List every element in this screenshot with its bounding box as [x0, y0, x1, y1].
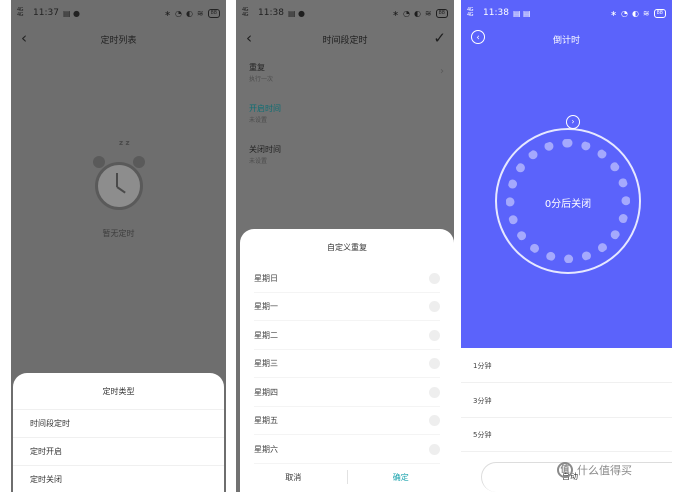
nav-bar: ‹ 倒计时	[461, 26, 672, 52]
day-label: 星期日	[254, 273, 278, 283]
bluetooth-icon: ∗	[610, 8, 617, 18]
day-row-wednesday[interactable]: 星期三	[254, 349, 440, 378]
setting-value: 执行一次	[249, 76, 274, 83]
bell-right	[133, 156, 145, 168]
bluetooth-icon: ∗	[392, 8, 399, 18]
day-checkbox[interactable]	[429, 357, 440, 369]
option-timer-off[interactable]: 定时关闭	[13, 465, 224, 492]
day-checkbox[interactable]	[429, 300, 440, 312]
day-row-friday[interactable]: 星期五	[254, 406, 440, 435]
status-time: 11:38	[483, 8, 509, 18]
sleep-zzz: z z	[119, 139, 130, 147]
setting-label: 关闭时间	[249, 145, 281, 154]
vibrate-icon: ◐	[631, 8, 639, 18]
remaining-time-text: 0分后关闭	[544, 199, 592, 210]
wifi-icon: ≋	[424, 8, 432, 18]
watermark-text: 什么值得买	[577, 464, 632, 477]
phone-period-timer: 4G 4G 11:38 ▤ ● ∗ ◔ ◐ ≋ 88 ‹ 时间段定时 ✓ 重复 …	[236, 0, 454, 492]
day-row-thursday[interactable]: 星期四	[254, 378, 440, 407]
back-arrow-icon[interactable]: ‹	[21, 30, 27, 46]
battery-icon: 88	[207, 8, 220, 18]
countdown-dial-handle[interactable]: ›	[566, 115, 580, 129]
signal-indicator: 4G 4G	[17, 7, 24, 18]
setting-value: 未设置	[249, 158, 268, 165]
wifi-icon: ≋	[196, 8, 204, 18]
page-title: 定时列表	[100, 35, 137, 46]
status-time: 11:38	[258, 8, 284, 18]
wifi-icon: ≋	[642, 8, 650, 18]
day-checkbox[interactable]	[429, 414, 440, 426]
option-timer-on[interactable]: 定时开启	[13, 437, 224, 465]
day-checkbox[interactable]	[429, 386, 440, 398]
cancel-button[interactable]: 取消	[240, 472, 347, 483]
day-label: 星期二	[254, 330, 278, 340]
option-period-timer[interactable]: 时间段定时	[13, 409, 224, 437]
status-time: 11:37	[33, 8, 59, 18]
bluetooth-icon: ∗	[164, 8, 171, 18]
day-checkbox[interactable]	[429, 272, 440, 284]
battery-icon: 88	[653, 8, 666, 18]
day-checkbox[interactable]	[429, 443, 440, 455]
back-arrow-icon[interactable]: ‹	[246, 30, 252, 46]
confirm-check-icon[interactable]: ✓	[433, 29, 446, 47]
sheet-title: 自定义重复	[327, 243, 367, 252]
setting-off-time[interactable]: 关闭时间 未设置	[249, 144, 444, 165]
status-icons: ∗ ◔ ◐ ≋ 88	[164, 8, 220, 18]
battery-icon: 88	[435, 8, 448, 18]
back-arrow-icon[interactable]: ‹	[471, 30, 485, 44]
day-row-monday[interactable]: 星期一	[254, 292, 440, 321]
setting-label: 重复	[249, 63, 265, 72]
day-label: 星期五	[254, 415, 278, 425]
vibrate-icon: ◐	[185, 8, 193, 18]
day-row-sunday[interactable]: 星期日	[254, 264, 440, 293]
setting-repeat[interactable]: 重复 执行一次 ›	[249, 62, 444, 83]
status-icons: ∗ ◔ ◐ ≋ 88	[610, 8, 666, 18]
preset-1-minute[interactable]: 1分钟	[461, 349, 672, 383]
day-row-tuesday[interactable]: 星期二	[254, 321, 440, 350]
page-title: 倒计时	[552, 35, 580, 46]
status-bar: 4G 4G 11:38 ▤ ▤ ∗ ◔ ◐ ≋ 88	[461, 6, 672, 20]
page-title: 时间段定时	[322, 35, 368, 46]
alarm-icon: ◔	[174, 8, 182, 18]
day-label: 星期四	[254, 387, 278, 397]
day-row-saturday[interactable]: 星期六	[254, 435, 440, 464]
phone-countdown: 4G 4G 11:38 ▤ ▤ ∗ ◔ ◐ ≋ 88 ‹ 倒计时 › 0分后关闭…	[461, 0, 672, 492]
chevron-right-icon: ›	[440, 66, 444, 77]
preset-5-minutes[interactable]: 5分钟	[461, 418, 672, 452]
confirm-button[interactable]: 确定	[348, 472, 455, 483]
watermark-logo-icon: 值	[557, 462, 573, 478]
preset-3-minutes[interactable]: 3分钟	[461, 384, 672, 418]
empty-state-text: 暂无定时	[102, 229, 135, 238]
watermark: 值 什么值得买	[557, 462, 677, 478]
vibrate-icon: ◐	[413, 8, 421, 18]
status-bar: 4G 4G 11:37 ▤ ● ∗ ◔ ◐ ≋ 88	[11, 6, 226, 20]
setting-label: 开启时间	[249, 104, 281, 113]
timer-type-sheet: 定时类型 时间段定时 定时开启 定时关闭	[13, 373, 224, 492]
day-label: 星期六	[254, 444, 278, 454]
status-bar: 4G 4G 11:38 ▤ ● ∗ ◔ ◐ ≋ 88	[236, 6, 454, 20]
signal-indicator: 4G 4G	[242, 7, 249, 18]
notification-icons: ▤ ▤	[512, 8, 531, 18]
phone-timer-list: 4G 4G 11:37 ▤ ● ∗ ◔ ◐ ≋ 88 ‹ 定时列表 z z 暂无…	[11, 0, 226, 492]
day-checkbox[interactable]	[429, 329, 440, 341]
notification-icons: ▤ ●	[287, 8, 306, 18]
setting-value: 未设置	[249, 117, 268, 124]
signal-indicator: 4G 4G	[467, 7, 474, 18]
sheet-title: 定时类型	[102, 387, 135, 396]
clock-face	[95, 162, 143, 210]
alarm-icon: ◔	[402, 8, 410, 18]
sheet-actions: 取消 确定	[240, 462, 454, 492]
empty-clock-icon: z z	[91, 140, 149, 210]
status-icons: ∗ ◔ ◐ ≋ 88	[392, 8, 448, 18]
nav-bar: ‹ 时间段定时 ✓	[236, 26, 454, 52]
custom-repeat-sheet: 自定义重复 星期日 星期一 星期二 星期三 星期四 星期五 星期六 取消 确定	[240, 229, 454, 492]
day-label: 星期一	[254, 301, 278, 311]
alarm-icon: ◔	[620, 8, 628, 18]
nav-bar: ‹ 定时列表	[11, 26, 226, 52]
day-label: 星期三	[254, 358, 278, 368]
setting-on-time[interactable]: 开启时间 未设置	[249, 103, 444, 124]
notification-icons: ▤ ●	[62, 8, 81, 18]
